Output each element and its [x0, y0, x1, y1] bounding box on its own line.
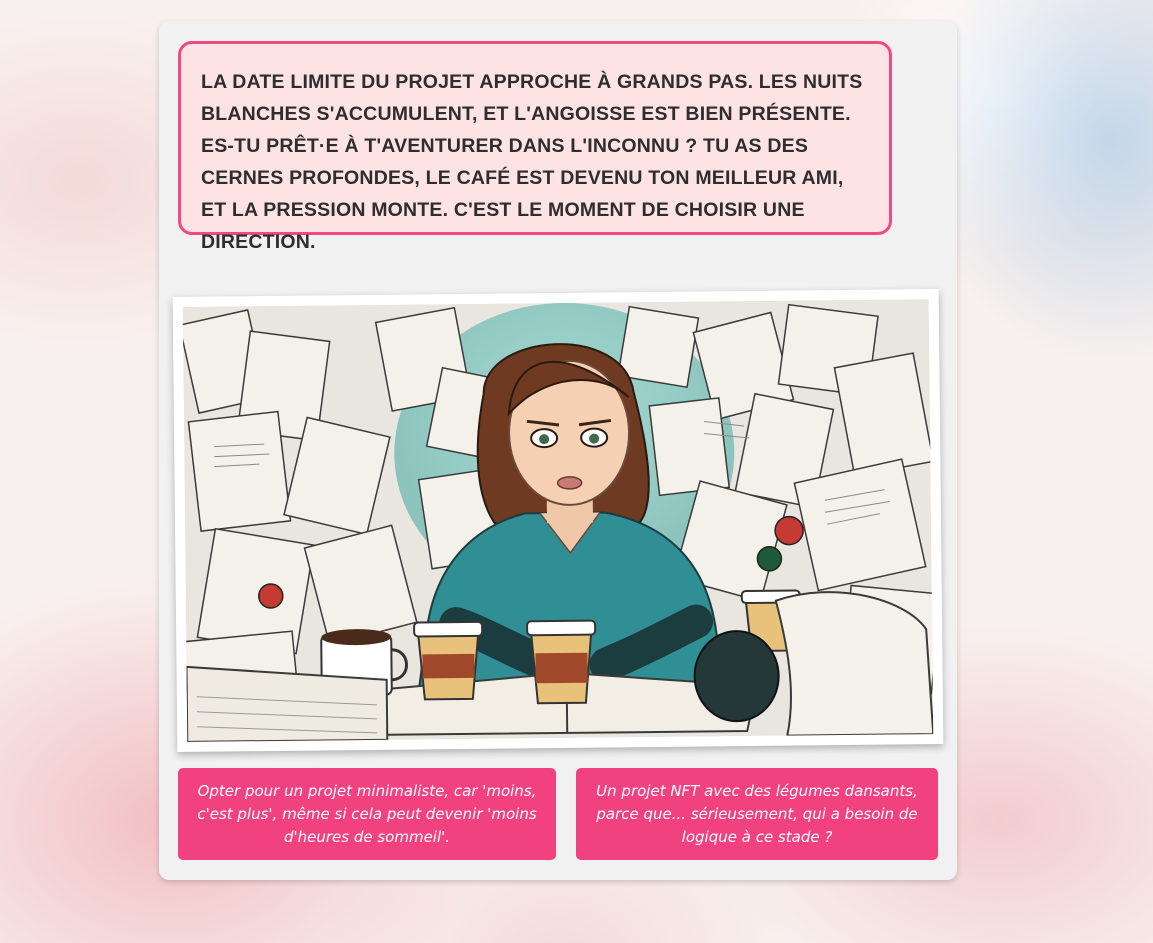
choice-button-minimalist[interactable]: Opter pour un projet minimaliste, car 'm…: [178, 768, 556, 860]
page: { "story": { "narrative": "La date limit…: [0, 0, 1153, 943]
illustration-image: [182, 299, 934, 742]
story-card: La date limite du projet approche à gran…: [159, 21, 957, 880]
choice-label: Opter pour un projet minimaliste, car 'm…: [197, 781, 537, 846]
illustration-frame: [172, 289, 944, 752]
choice-label: Un projet NFT avec des légumes dansants,…: [596, 781, 918, 846]
narrative-text: La date limite du projet approche à gran…: [178, 41, 892, 253]
choice-button-nft[interactable]: Un projet NFT avec des légumes dansants,…: [576, 768, 938, 860]
